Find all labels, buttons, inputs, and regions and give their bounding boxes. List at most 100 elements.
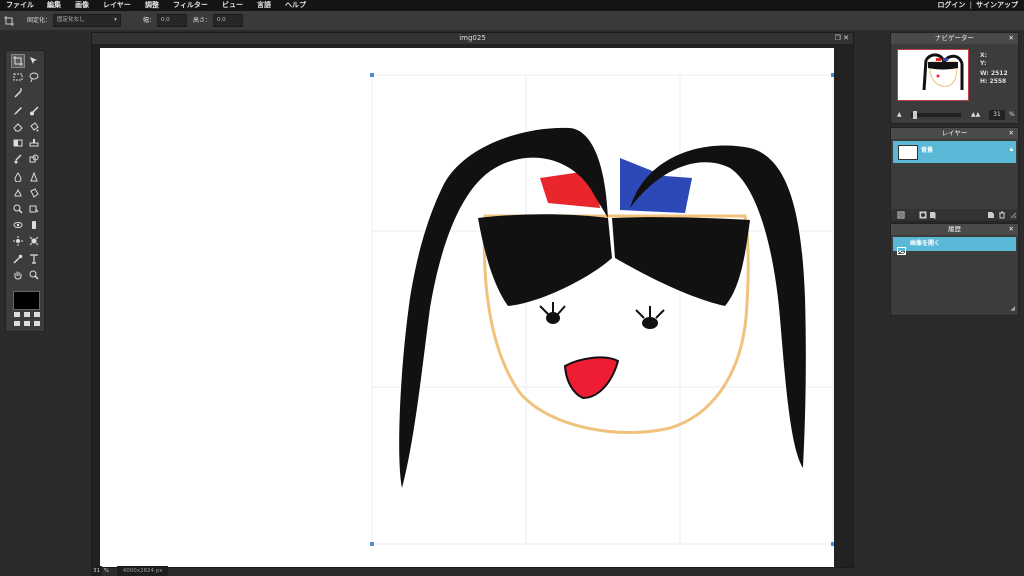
zoom-tool[interactable]: [27, 268, 41, 282]
burn-icon: [29, 205, 39, 213]
hand-tool[interactable]: [11, 268, 25, 282]
resize-icon[interactable]: [1009, 211, 1017, 219]
brush-icon: [30, 106, 39, 116]
marquee-tool[interactable]: [11, 70, 25, 84]
thumbnail-image: [922, 53, 964, 91]
close-icon[interactable]: ✕: [1009, 224, 1014, 235]
zoom-field[interactable]: 31: [91, 566, 102, 576]
dodge-tool[interactable]: [11, 202, 25, 216]
fixed-select[interactable]: 固定化なし ▾: [52, 14, 121, 27]
lasso-icon: [29, 72, 39, 82]
fixed-label: 固定化：: [27, 17, 52, 24]
layer-mask-icon[interactable]: [919, 211, 927, 219]
image-canvas[interactable]: [100, 48, 835, 567]
height-input[interactable]: 0.0: [212, 14, 243, 27]
close-icon[interactable]: ✕: [1009, 33, 1014, 44]
red-eye-tool[interactable]: [11, 218, 25, 232]
eyedropper-tool[interactable]: [11, 252, 25, 266]
sharpen-tool[interactable]: [27, 170, 41, 184]
signup-link[interactable]: サインアップ: [976, 1, 1018, 9]
status-bar: 31 % 4000x2824 px: [91, 566, 211, 576]
login-link[interactable]: ログイン: [937, 1, 965, 9]
history-title: 履歴 ✕: [891, 224, 1018, 235]
trash-icon[interactable]: [998, 211, 1006, 219]
layer-style-icon[interactable]: [929, 211, 937, 219]
menu-separator: |: [969, 1, 972, 9]
drawing-tool[interactable]: [27, 152, 41, 166]
nav-w-label: W:: [980, 70, 989, 77]
brush-tool[interactable]: [27, 104, 41, 118]
navigator-zoom-unit: %: [1009, 111, 1015, 118]
nav-h-label: H:: [980, 78, 988, 85]
bloat-tool[interactable]: [11, 234, 25, 248]
layers-title: レイヤー ✕: [891, 128, 1018, 139]
resize-icon[interactable]: ◢: [1010, 305, 1015, 312]
open-image-icon: [897, 240, 906, 255]
move-tool[interactable]: [27, 54, 41, 68]
smudge-tool[interactable]: [11, 186, 25, 200]
menu-help[interactable]: ヘルプ: [285, 0, 306, 11]
zoom-in-icon[interactable]: ▲▲: [971, 110, 980, 120]
crop-icon: [4, 11, 14, 30]
magic-wand-icon: [14, 88, 22, 98]
pencil-icon: [14, 107, 22, 115]
bucket-icon: [30, 122, 39, 132]
color-replace-tool[interactable]: [11, 152, 25, 166]
eyes: [539, 302, 665, 329]
foreground-color-swatch[interactable]: [13, 291, 40, 310]
menu-image[interactable]: 画像: [75, 0, 89, 11]
zoom-slider-handle[interactable]: [913, 111, 917, 119]
drawing-icon: [29, 154, 39, 163]
options-bar: 固定化： 固定化なし ▾ 幅： 0.0 高さ： 0.0: [0, 11, 1024, 30]
history-row[interactable]: 画像を開く: [893, 237, 1016, 255]
stamp-tool[interactable]: [27, 136, 41, 150]
magic-wand-tool[interactable]: [11, 86, 25, 100]
zoom-slider[interactable]: [911, 113, 961, 117]
blur-tool[interactable]: [11, 170, 25, 184]
width-label: 幅：: [143, 17, 156, 24]
menu-view[interactable]: ビュー: [222, 0, 243, 11]
navigator-thumbnail[interactable]: [897, 49, 969, 101]
type-icon: [30, 254, 38, 264]
eraser-tool[interactable]: [11, 120, 25, 134]
spot-heal-icon: [32, 221, 36, 229]
eyedropper-icon: [13, 254, 23, 264]
close-icon[interactable]: ✕: [843, 34, 849, 42]
menu-adjust[interactable]: 調整: [145, 0, 159, 11]
menu-filter[interactable]: フィルター: [173, 0, 208, 11]
document-window: img025 ❐ ✕: [91, 32, 854, 568]
crop-tool[interactable]: [11, 54, 25, 68]
menu-edit[interactable]: 編集: [47, 0, 61, 11]
burn-tool[interactable]: [27, 202, 41, 216]
marquee-icon: [13, 73, 23, 81]
nav-y-label: Y:: [980, 60, 987, 67]
grid-icon[interactable]: [14, 312, 40, 326]
close-icon[interactable]: ✕: [1009, 128, 1014, 139]
new-layer-icon[interactable]: [987, 211, 995, 219]
bucket-tool[interactable]: [27, 120, 41, 134]
menu-layer[interactable]: レイヤー: [103, 0, 131, 11]
sponge-tool[interactable]: [27, 186, 41, 200]
type-tool[interactable]: [27, 252, 41, 266]
gradient-tool[interactable]: [11, 136, 25, 150]
lasso-tool[interactable]: [27, 70, 41, 84]
move-icon: [30, 57, 37, 64]
crop-grid: [371, 74, 834, 545]
zoom-out-icon[interactable]: ▲: [897, 110, 902, 120]
red-eye-icon: [13, 222, 23, 228]
width-input[interactable]: 0.0: [156, 14, 187, 27]
layer-row[interactable]: 背景 🔒︎: [893, 141, 1016, 163]
smudge-icon: [14, 188, 22, 197]
pinch-tool[interactable]: [27, 234, 41, 248]
layers-panel: レイヤー ✕ 背景 🔒︎: [890, 127, 1019, 222]
eraser-icon: [13, 123, 23, 132]
history-item-name: 画像を開く: [910, 240, 941, 247]
layer-settings-icon[interactable]: [897, 211, 905, 219]
navigator-zoom-input[interactable]: 31: [989, 110, 1005, 120]
menu-language[interactable]: 言語: [257, 0, 271, 11]
restore-icon[interactable]: ❐: [835, 34, 841, 42]
menu-file[interactable]: ファイル: [6, 0, 34, 11]
crop-handles[interactable]: [370, 73, 835, 546]
pencil-tool[interactable]: [11, 104, 25, 118]
spot-heal-tool[interactable]: [27, 218, 41, 232]
